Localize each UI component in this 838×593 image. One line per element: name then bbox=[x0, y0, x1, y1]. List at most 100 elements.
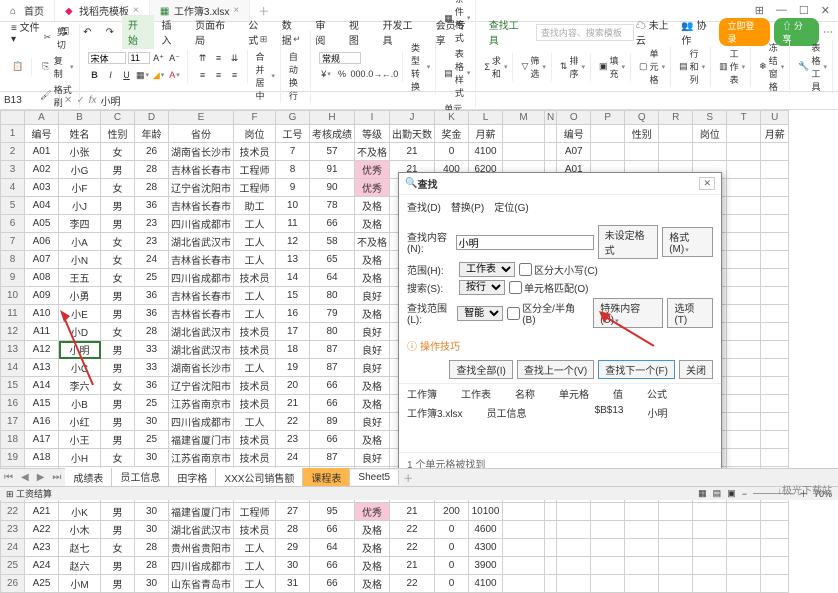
cell[interactable]: 优秀 bbox=[355, 179, 390, 197]
row-header[interactable]: 22 bbox=[1, 503, 25, 521]
wrap-button[interactable]: ↵ bbox=[287, 30, 307, 48]
cell[interactable]: 良好 bbox=[355, 449, 390, 467]
cell[interactable] bbox=[503, 143, 545, 161]
cell[interactable]: 18 bbox=[276, 341, 310, 359]
cell[interactable] bbox=[693, 575, 727, 593]
numfmt-select[interactable] bbox=[319, 52, 361, 64]
tools-button[interactable]: 🔧表格工具 bbox=[796, 40, 829, 94]
search-input[interactable]: 查找内容、搜索模板 bbox=[536, 24, 634, 41]
cell[interactable]: 及格 bbox=[355, 251, 390, 269]
rowcol-button[interactable]: ▤行和列 bbox=[677, 46, 707, 87]
cell[interactable]: 小A bbox=[59, 233, 101, 251]
cell[interactable] bbox=[591, 125, 625, 143]
cell[interactable] bbox=[545, 125, 557, 143]
cell[interactable]: 及格 bbox=[355, 431, 390, 449]
cell[interactable]: 男 bbox=[101, 557, 135, 575]
cell[interactable]: 10100 bbox=[469, 503, 503, 521]
cell[interactable]: 66 bbox=[310, 521, 355, 539]
cell[interactable]: 吉林省长春市 bbox=[169, 161, 234, 179]
merge-button[interactable]: ⊞ bbox=[254, 30, 277, 48]
maximize-icon[interactable]: ☐ bbox=[799, 4, 809, 17]
cell[interactable]: 月薪 bbox=[761, 125, 789, 143]
cell[interactable]: 四川省成都市 bbox=[169, 413, 234, 431]
cell[interactable]: 66 bbox=[310, 215, 355, 233]
cell[interactable]: 及格 bbox=[355, 395, 390, 413]
cell[interactable]: 工程师 bbox=[234, 179, 276, 197]
findprev-button[interactable]: 查找上一个(V) bbox=[517, 360, 594, 379]
cell[interactable] bbox=[545, 143, 557, 161]
cell[interactable] bbox=[727, 557, 761, 575]
cell[interactable]: 87 bbox=[310, 341, 355, 359]
cell[interactable]: 及格 bbox=[355, 215, 390, 233]
cell[interactable]: 工程师 bbox=[234, 161, 276, 179]
cell[interactable]: 技术员 bbox=[234, 431, 276, 449]
cell[interactable]: 月薪 bbox=[469, 125, 503, 143]
cell[interactable]: 姓名 bbox=[59, 125, 101, 143]
cell[interactable]: 66 bbox=[310, 395, 355, 413]
cell[interactable] bbox=[545, 539, 557, 557]
menu-start[interactable]: 开始 bbox=[122, 15, 154, 49]
sheet-nav-last-icon[interactable]: ⏭ bbox=[48, 472, 65, 483]
cell[interactable]: 87 bbox=[310, 359, 355, 377]
tab-find[interactable]: 查找(D) bbox=[407, 199, 441, 214]
cell[interactable] bbox=[693, 143, 727, 161]
case-checkbox[interactable] bbox=[519, 263, 532, 276]
cell[interactable]: 33 bbox=[135, 341, 169, 359]
fontcolor-button[interactable]: A bbox=[168, 68, 182, 82]
sheet-tab[interactable]: Sheet5 bbox=[350, 470, 399, 485]
formula-input[interactable]: 小明 bbox=[101, 93, 121, 108]
cell[interactable]: 30 bbox=[135, 575, 169, 593]
cell[interactable]: 4600 bbox=[469, 521, 503, 539]
cell[interactable]: 28 bbox=[135, 161, 169, 179]
cell[interactable]: A21 bbox=[25, 503, 59, 521]
cell[interactable]: 22 bbox=[390, 521, 435, 539]
row-header[interactable]: 14 bbox=[1, 359, 25, 377]
cell[interactable] bbox=[761, 575, 789, 593]
cell[interactable] bbox=[727, 161, 761, 179]
cell[interactable] bbox=[761, 359, 789, 377]
cell[interactable]: 技术员 bbox=[234, 143, 276, 161]
cell[interactable]: 男 bbox=[101, 395, 135, 413]
cell[interactable] bbox=[761, 449, 789, 467]
sheet-tab[interactable]: 课程表 bbox=[303, 468, 350, 487]
cell[interactable] bbox=[761, 287, 789, 305]
cell[interactable]: 30 bbox=[135, 521, 169, 539]
cell[interactable] bbox=[557, 503, 591, 521]
cell[interactable]: 技术员 bbox=[234, 341, 276, 359]
cell[interactable]: 95 bbox=[310, 503, 355, 521]
cell[interactable]: 66 bbox=[310, 431, 355, 449]
cell[interactable]: A07 bbox=[25, 251, 59, 269]
cell[interactable]: 22 bbox=[390, 575, 435, 593]
cell[interactable] bbox=[591, 521, 625, 539]
range-select[interactable]: 工作表 bbox=[459, 262, 515, 277]
cell[interactable]: 20 bbox=[276, 377, 310, 395]
cell[interactable]: A01 bbox=[25, 143, 59, 161]
font-select[interactable] bbox=[88, 52, 126, 64]
sheet-tab[interactable]: 成绩表 bbox=[65, 468, 112, 487]
menu-findtool[interactable]: 查找工具 bbox=[483, 15, 534, 49]
cell[interactable]: 28 bbox=[276, 521, 310, 539]
cell[interactable]: 66 bbox=[310, 575, 355, 593]
cell[interactable] bbox=[503, 521, 545, 539]
tips-link[interactable]: ⓘ操作技巧 bbox=[399, 335, 721, 356]
fx-ok-icon[interactable]: ✓ bbox=[76, 95, 84, 106]
tab-goto[interactable]: 定位(G) bbox=[494, 199, 528, 214]
column-header[interactable]: D bbox=[135, 111, 169, 125]
cell[interactable]: 17 bbox=[276, 323, 310, 341]
cell[interactable]: 工人 bbox=[234, 359, 276, 377]
cell[interactable]: 赵六 bbox=[59, 557, 101, 575]
cell[interactable]: 24 bbox=[135, 251, 169, 269]
cell[interactable]: 辽宁省沈阳市 bbox=[169, 377, 234, 395]
cell[interactable]: 19 bbox=[276, 359, 310, 377]
cell[interactable]: 小K bbox=[59, 503, 101, 521]
comma-icon[interactable]: 000 bbox=[351, 67, 365, 81]
cell[interactable]: 30 bbox=[135, 413, 169, 431]
cell[interactable]: 25 bbox=[135, 431, 169, 449]
cell[interactable]: 57 bbox=[310, 143, 355, 161]
cell[interactable]: 80 bbox=[310, 323, 355, 341]
cell[interactable]: 不及格 bbox=[355, 143, 390, 161]
cell[interactable] bbox=[761, 539, 789, 557]
cell[interactable]: 性别 bbox=[625, 125, 659, 143]
dialog-close-button[interactable]: ✕ bbox=[699, 177, 715, 190]
width-checkbox[interactable] bbox=[507, 307, 520, 320]
